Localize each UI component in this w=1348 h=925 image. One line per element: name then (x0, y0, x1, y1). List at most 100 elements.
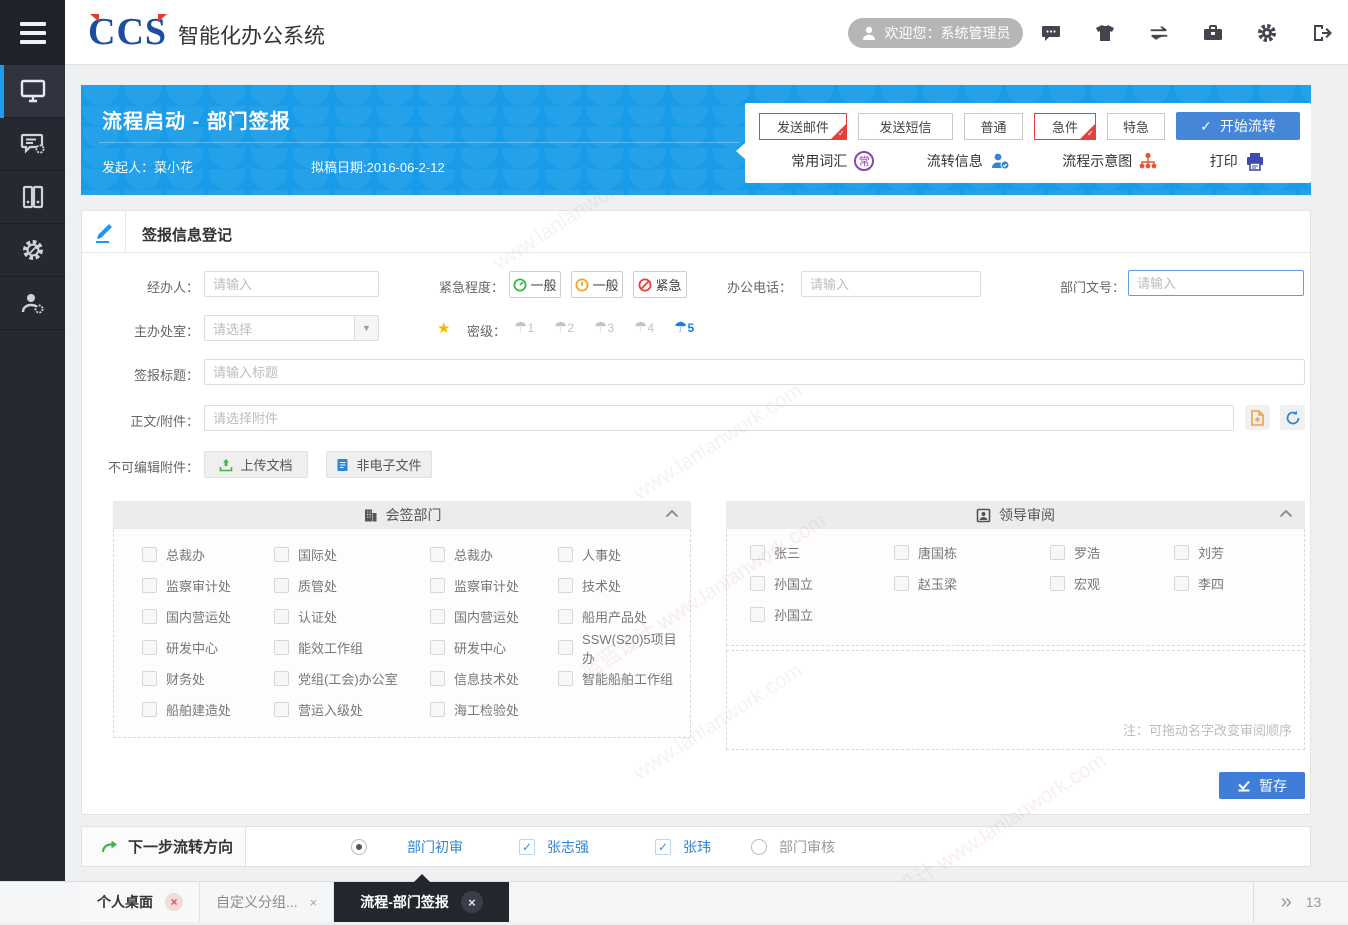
close-icon[interactable]: × (165, 893, 183, 911)
countersign-dept-checkbox[interactable]: 信息技术处 (430, 663, 558, 694)
save-draft-button[interactable]: 暂存 (1219, 772, 1305, 799)
start-flow-button[interactable]: ✓ 开始流转 (1176, 112, 1300, 140)
countersign-dept-checkbox[interactable]: 财务处 (142, 663, 274, 694)
collapse-chevron-icon[interactable] (1279, 509, 1293, 518)
urgency-normal-green-button[interactable]: 一般 (509, 271, 561, 298)
countersign-dept-checkbox[interactable]: 国际处 (274, 539, 430, 570)
add-file-button[interactable] (1245, 405, 1270, 430)
sidebar-item-tools[interactable] (0, 224, 65, 277)
countersign-dept-checkbox[interactable]: 党组(工会)办公室 (274, 663, 430, 694)
gauge-red-icon (638, 278, 652, 292)
priority-extra-urgent-button[interactable]: 特急 (1107, 113, 1165, 140)
checkbox-icon (750, 576, 765, 591)
countersign-dept-checkbox[interactable]: 船用产品处 (558, 601, 682, 632)
zhangzhiqiang-label[interactable]: 张志强 (547, 837, 589, 857)
sidebar-item-messages[interactable] (0, 118, 65, 171)
common-words-link[interactable]: 常用词汇 常 (791, 151, 874, 171)
dept-first-review-label[interactable]: 部门初审 (407, 837, 463, 857)
countersign-dept-checkbox[interactable]: 总裁办 (142, 539, 274, 570)
sidebar-item-archives[interactable] (0, 171, 65, 224)
non-electronic-file-button[interactable]: 非电子文件 (326, 451, 432, 478)
radio-dept-review[interactable] (751, 839, 767, 855)
secrecy-level-2[interactable]: ☂2 (554, 318, 590, 336)
leader-checkbox[interactable]: 张三 (750, 537, 894, 568)
countersign-dept-checkbox[interactable]: 人事处 (558, 539, 682, 570)
logout-icon[interactable] (1310, 22, 1332, 44)
priority-normal-button[interactable]: 普通 (964, 113, 1023, 140)
ccs-logo: CCS (88, 10, 167, 54)
countersign-dept-checkbox[interactable]: 智能船舶工作组 (558, 663, 682, 694)
sidebar-item-user-admin[interactable] (0, 277, 65, 330)
countersign-dept-checkbox[interactable]: 海工检验处 (430, 694, 558, 725)
tab-custom-group[interactable]: 自定义分组... × (200, 882, 334, 922)
settings-gear-icon[interactable] (1256, 22, 1278, 44)
flow-info-link[interactable]: 流转信息 (927, 151, 1010, 171)
priority-urgent-button[interactable]: 急件 ✓ (1034, 113, 1096, 140)
countersign-dept-checkbox[interactable]: 能效工作组 (274, 632, 430, 663)
leader-checkbox[interactable]: 孙国立 (750, 599, 894, 630)
office-phone-input[interactable] (801, 271, 981, 297)
gear-wrench-icon (20, 238, 46, 262)
switch-icon[interactable] (1148, 22, 1170, 44)
countersign-dept-checkbox[interactable]: SSW(S20)5项目办 (558, 632, 682, 663)
leader-checkbox[interactable]: 唐国栋 (894, 537, 1050, 568)
tab-process-sign-report-active[interactable]: 流程-部门签报 × (334, 882, 509, 922)
refresh-button[interactable] (1280, 405, 1305, 430)
report-title-input[interactable] (204, 359, 1305, 385)
countersign-dept-checkbox[interactable]: 国内营运处 (142, 601, 274, 632)
urgency-urgent-red-button[interactable]: 紧急 (633, 271, 687, 298)
document-icon (336, 458, 349, 472)
countersign-dept-checkbox[interactable]: 研发中心 (142, 632, 274, 663)
countersign-dept-checkbox[interactable]: 研发中心 (430, 632, 558, 663)
leader-checkbox[interactable]: 刘芳 (1174, 537, 1296, 568)
user-welcome-pill[interactable]: 欢迎您：系统管理员 (848, 18, 1023, 48)
countersign-dept-checkbox[interactable]: 质管处 (274, 570, 430, 601)
send-sms-button[interactable]: 发送短信 (858, 113, 953, 140)
more-tabs-chevron-icon[interactable]: » (1281, 891, 1292, 914)
briefcase-icon[interactable] (1202, 22, 1224, 44)
countersign-dept-checkbox[interactable]: 总裁办 (430, 539, 558, 570)
close-icon[interactable]: × (310, 895, 318, 910)
countersign-dept-checkbox[interactable]: 监察审计处 (142, 570, 274, 601)
countersign-panel-title: 会签部门 (386, 505, 442, 525)
dept-review-label[interactable]: 部门审核 (779, 837, 835, 857)
secrecy-level-4[interactable]: ☂4 (634, 318, 670, 336)
secrecy-level-3[interactable]: ☂3 (594, 318, 630, 336)
checkbox-zhangzhiqiang[interactable]: ✓ (519, 839, 535, 855)
sidebar-item-desktop[interactable] (0, 65, 65, 118)
flow-diagram-link[interactable]: 流程示意图 (1062, 151, 1157, 171)
collapse-chevron-icon[interactable] (665, 509, 679, 518)
hamburger-menu-button[interactable] (0, 0, 65, 65)
urgency-normal-orange-button[interactable]: 一般 (571, 271, 623, 298)
send-mail-button[interactable]: 发送邮件 ✓ (759, 113, 847, 140)
countersign-dept-checkbox[interactable]: 技术处 (558, 570, 682, 601)
message-icon[interactable] (1040, 22, 1062, 44)
tab-personal-desktop[interactable]: 个人桌面 × (81, 882, 200, 922)
review-order-dropzone[interactable]: 注：可拖动名字改变审阅顺序 (726, 650, 1305, 750)
print-link[interactable]: 打印 (1210, 151, 1265, 171)
leader-checkbox[interactable]: 孙国立 (750, 568, 894, 599)
countersign-dept-checkbox[interactable]: 营运入级处 (274, 694, 430, 725)
leader-checkbox[interactable]: 罗浩 (1050, 537, 1174, 568)
checkbox-zhangwei[interactable]: ✓ (655, 839, 671, 855)
countersign-dept-checkbox[interactable]: 船舶建造处 (142, 694, 274, 725)
countersign-dept-checkbox[interactable]: 国内营运处 (430, 601, 558, 632)
countersign-dept-checkbox[interactable]: 认证处 (274, 601, 430, 632)
zhangwei-label[interactable]: 张玮 (683, 837, 711, 857)
host-office-select[interactable]: 请选择 ▼ (204, 315, 379, 341)
secrecy-level-1[interactable]: ☂1 (514, 318, 550, 336)
countersign-dept-checkbox[interactable]: 监察审计处 (430, 570, 558, 601)
books-icon (20, 185, 46, 209)
body-attachment-input[interactable] (204, 405, 1234, 431)
leader-checkbox[interactable]: 李四 (1174, 568, 1296, 599)
close-icon[interactable]: × (461, 891, 483, 913)
secrecy-level-5-selected[interactable]: ☂5 (674, 318, 710, 336)
theme-skin-icon[interactable] (1094, 22, 1116, 44)
leader-checkbox[interactable]: 宏观 (1050, 568, 1174, 599)
refresh-icon (1285, 410, 1301, 426)
leader-checkbox[interactable]: 赵玉梁 (894, 568, 1050, 599)
radio-dept-first-review[interactable] (351, 839, 367, 855)
upload-document-button[interactable]: 上传文档 (204, 451, 308, 478)
handler-input[interactable] (204, 271, 379, 297)
doc-number-input[interactable] (1128, 270, 1304, 296)
